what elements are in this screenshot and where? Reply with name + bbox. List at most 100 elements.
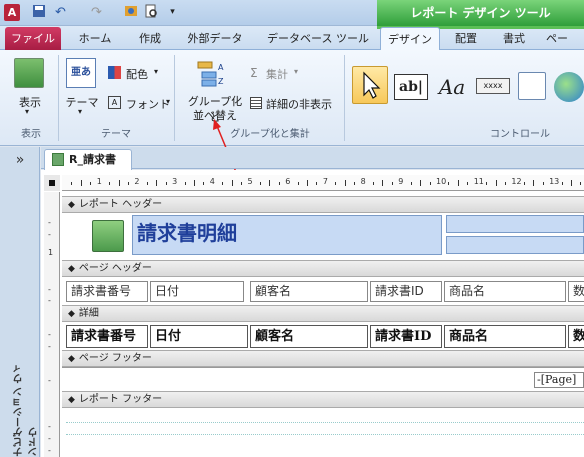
field-invoice-id[interactable]: 請求書ID <box>370 325 442 348</box>
group-sort-icon[interactable]: AZ <box>196 58 230 88</box>
section-report-header[interactable]: ◆ レポート ヘッダー <box>62 196 584 213</box>
tab-control-icon[interactable] <box>518 72 546 100</box>
field-quantity[interactable]: 数 <box>568 325 584 348</box>
field-invoice-number[interactable]: 請求書番号 <box>66 325 148 348</box>
hide-details-icon[interactable] <box>250 97 262 109</box>
view-dropdown-icon[interactable]: ▾ <box>25 107 29 116</box>
field-page-number[interactable]: -[Page] <box>534 372 584 388</box>
theme-dropdown-icon[interactable]: ▾ <box>78 107 82 116</box>
vertical-ruler <box>44 192 60 457</box>
nav-pane-toggle[interactable]: » <box>10 150 30 170</box>
label-control-icon[interactable]: Aa <box>434 72 470 102</box>
fonts-icon[interactable]: A <box>108 96 121 109</box>
ruler-number: 13 <box>549 177 560 186</box>
colors-dropdown-icon[interactable]: ▾ <box>154 67 158 76</box>
view-button[interactable]: 表示 <box>14 94 46 110</box>
section-report-footer[interactable]: ◆ レポート フッター <box>62 391 584 408</box>
print-preview-icon[interactable] <box>142 4 159 21</box>
label-date[interactable]: 日付 <box>150 281 244 302</box>
report-icon <box>52 153 64 166</box>
save-icon[interactable] <box>30 4 47 21</box>
ruler-tick <box>203 182 205 185</box>
ruler-tick <box>580 182 582 185</box>
totals-dropdown-icon[interactable]: ▾ <box>294 67 298 76</box>
time-control[interactable] <box>446 236 584 254</box>
view-icon[interactable] <box>122 4 139 21</box>
ruler-tick <box>420 180 422 186</box>
colors-icon[interactable] <box>108 66 121 79</box>
ruler-tick <box>269 180 271 186</box>
label-invoice-number[interactable]: 請求書番号 <box>66 281 148 302</box>
section-page-header[interactable]: ◆ ページ ヘッダー <box>62 260 584 277</box>
field-product-name[interactable]: 商品名 <box>444 325 566 348</box>
vertical-ruler-mark: - <box>48 434 51 443</box>
svg-text:A: A <box>218 63 224 72</box>
field-customer-name[interactable]: 顧客名 <box>250 325 368 348</box>
fonts-dropdown-icon[interactable]: ▾ <box>166 97 170 106</box>
tab-database-tools[interactable]: データベース ツール <box>262 27 374 50</box>
ruler-tick <box>278 182 280 185</box>
tab-format[interactable]: 書式 <box>494 27 534 50</box>
app-icon[interactable]: A <box>4 4 20 21</box>
label-quantity[interactable]: 数 <box>568 281 584 302</box>
page-footer-body <box>62 367 584 391</box>
tab-file[interactable]: ファイル <box>5 27 61 50</box>
section-detail[interactable]: ◆ 詳細 <box>62 305 584 322</box>
label-invoice-id[interactable]: 請求書ID <box>370 281 442 302</box>
ruler-tick <box>71 182 73 185</box>
tab-page-setup[interactable]: ペー <box>546 27 584 50</box>
totals-button[interactable]: 集計 <box>266 66 288 82</box>
totals-icon: Σ <box>250 66 258 80</box>
ruler-tick <box>231 180 233 186</box>
ruler-corner[interactable] <box>44 175 60 191</box>
redo-icon[interactable]: ↷ <box>88 4 105 21</box>
ruler-tick <box>184 182 186 185</box>
group-separator <box>344 55 345 141</box>
report-title-box[interactable]: 請求書明細 <box>132 215 442 255</box>
hyperlink-control-icon[interactable] <box>554 72 584 102</box>
vertical-ruler-mark: 1 <box>48 248 54 257</box>
section-page-footer[interactable]: ◆ ページ フッター <box>62 350 584 367</box>
tab-create[interactable]: 作成 <box>128 27 172 50</box>
field-date[interactable]: 日付 <box>150 325 248 348</box>
tab-home[interactable]: ホーム <box>70 27 120 50</box>
colors-button[interactable]: 配色 <box>126 66 148 82</box>
tab-external-data[interactable]: 外部データ <box>180 27 250 50</box>
ruler-number: 6 <box>285 177 291 186</box>
ruler-number: 4 <box>209 177 215 186</box>
group-sort-button-line2[interactable]: 並べ替え <box>184 107 246 123</box>
ruler-tick <box>561 182 563 185</box>
ruler-tick <box>533 180 535 186</box>
ruler-number: 1 <box>96 177 102 186</box>
nav-pane-label[interactable]: ナビゲーション ウィンドウ <box>12 360 40 457</box>
date-control[interactable] <box>446 215 584 233</box>
select-pointer-icon[interactable] <box>352 66 388 104</box>
theme-icon[interactable]: 亜あ <box>66 58 96 88</box>
ruler-tick <box>495 180 497 186</box>
ruler-number: 10 <box>436 177 447 186</box>
ruler-tick <box>109 182 111 185</box>
ruler-number: 5 <box>247 177 253 186</box>
report-header-image[interactable] <box>92 220 124 252</box>
report-footer-body <box>62 408 584 457</box>
ruler-number: 8 <box>360 177 366 186</box>
vertical-ruler-mark: - <box>48 218 51 227</box>
hide-details-button[interactable]: 詳細の非表示 <box>266 96 332 112</box>
button-control-icon[interactable]: xxxx <box>476 78 510 94</box>
ruler-tick <box>391 182 393 185</box>
report-footer-dotted-line <box>66 434 584 435</box>
label-customer-name[interactable]: 顧客名 <box>250 281 368 302</box>
customize-qat-icon[interactable]: ▾ <box>164 4 181 21</box>
tab-arrange[interactable]: 配置 <box>446 27 486 50</box>
vertical-ruler-mark: - <box>48 422 51 431</box>
ruler-tick <box>146 182 148 185</box>
undo-icon[interactable]: ↶ <box>52 4 69 21</box>
tab-design[interactable]: デザイン <box>380 27 440 50</box>
view-icon[interactable] <box>14 58 44 88</box>
label-product-name[interactable]: 商品名 <box>444 281 566 302</box>
fonts-button[interactable]: フォント <box>126 96 170 112</box>
ruler-tick <box>118 180 120 186</box>
group-separator <box>58 55 59 141</box>
textbox-control-icon[interactable]: ab| <box>394 74 428 100</box>
vertical-ruler-mark: - <box>48 230 51 239</box>
